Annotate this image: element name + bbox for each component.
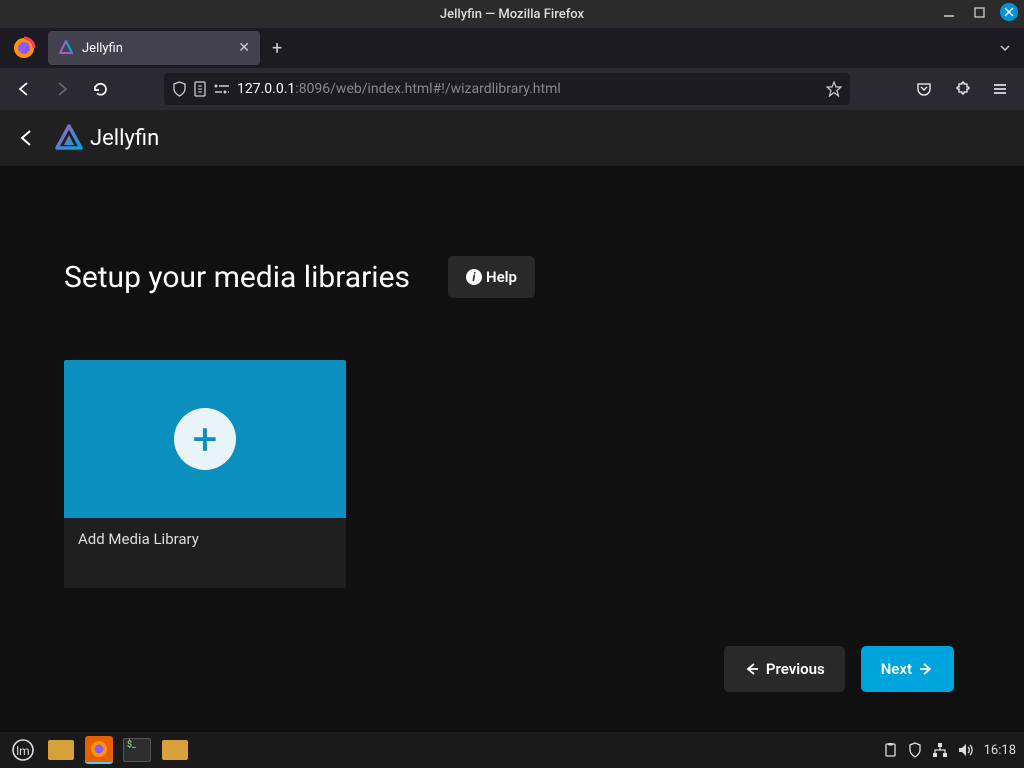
page-heading: Setup your media libraries: [64, 260, 410, 295]
card-label: Add Media Library: [64, 518, 346, 588]
start-menu-button[interactable]: lm: [8, 736, 38, 764]
card-image-area: +: [64, 360, 346, 518]
app-back-button[interactable]: [16, 127, 38, 149]
browser-tab[interactable]: Jellyfin ✕: [48, 31, 260, 65]
window-title: Jellyfin — Mozilla Firefox: [440, 7, 584, 22]
back-button[interactable]: [10, 75, 38, 103]
shield-icon[interactable]: [172, 81, 187, 97]
forward-button[interactable]: [48, 75, 76, 103]
previous-button[interactable]: Previous: [724, 646, 845, 692]
page-info-icon[interactable]: [193, 81, 207, 97]
page-content: Setup your media libraries i Help + Add …: [0, 166, 1024, 732]
app-header: Jellyfin: [0, 110, 1024, 166]
arrow-left-icon: [744, 661, 760, 677]
taskbar-files-icon[interactable]: [46, 736, 76, 764]
taskbar-terminal-icon[interactable]: $_: [122, 736, 152, 764]
taskbar-folder-icon[interactable]: [160, 736, 190, 764]
tab-title: Jellyfin: [82, 41, 230, 56]
heading-row: Setup your media libraries i Help: [64, 256, 960, 298]
menu-icon[interactable]: [986, 75, 1014, 103]
jellyfin-logo-icon: [54, 123, 84, 153]
help-label: Help: [486, 268, 517, 286]
system-tray: 16:18: [883, 742, 1016, 758]
tab-strip: Jellyfin ✕ +: [0, 28, 1024, 68]
app-logo[interactable]: Jellyfin: [54, 123, 159, 153]
plus-circle-icon: +: [174, 408, 236, 470]
next-label: Next: [881, 660, 912, 678]
window-controls: [940, 3, 1018, 21]
url-bar[interactable]: 127.0.0.1:8096/web/index.html#!/wizardli…: [164, 73, 850, 105]
pocket-icon[interactable]: [910, 75, 938, 103]
toolbar-right: [910, 75, 1014, 103]
browser-nav-bar: 127.0.0.1:8096/web/index.html#!/wizardli…: [0, 68, 1024, 110]
bookmark-star-icon[interactable]: [826, 81, 842, 97]
os-taskbar: lm $_ 16:18: [0, 732, 1024, 768]
tab-close-icon[interactable]: ✕: [238, 40, 250, 56]
tray-clipboard-icon[interactable]: [883, 742, 898, 758]
taskbar-firefox-icon[interactable]: [84, 736, 114, 764]
svg-text:lm: lm: [16, 744, 29, 758]
info-icon: i: [466, 269, 482, 285]
arrow-right-icon: [918, 661, 934, 677]
new-tab-button[interactable]: +: [272, 38, 282, 59]
firefox-logo-icon[interactable]: [10, 34, 38, 62]
tray-volume-icon[interactable]: [958, 743, 974, 757]
wizard-nav-buttons: Previous Next: [724, 646, 954, 692]
tab-favicon-icon: [58, 40, 74, 56]
next-button[interactable]: Next: [861, 646, 954, 692]
tray-shield-icon[interactable]: [908, 742, 922, 758]
help-button[interactable]: i Help: [448, 256, 535, 298]
maximize-button[interactable]: [970, 3, 988, 21]
window-titlebar: Jellyfin — Mozilla Firefox: [0, 0, 1024, 28]
tray-network-icon[interactable]: [932, 742, 948, 758]
app-name: Jellyfin: [90, 126, 159, 151]
reload-button[interactable]: [86, 75, 114, 103]
add-library-card[interactable]: + Add Media Library: [64, 360, 346, 588]
previous-label: Previous: [766, 660, 825, 678]
plus-icon: +: [193, 417, 218, 461]
close-button[interactable]: [1000, 3, 1018, 21]
extensions-icon[interactable]: [948, 75, 976, 103]
permissions-icon[interactable]: [213, 83, 231, 95]
tabs-dropdown-icon[interactable]: [998, 41, 1012, 55]
tray-clock[interactable]: 16:18: [984, 743, 1016, 758]
minimize-button[interactable]: [940, 3, 958, 21]
url-text: 127.0.0.1:8096/web/index.html#!/wizardli…: [237, 81, 820, 97]
